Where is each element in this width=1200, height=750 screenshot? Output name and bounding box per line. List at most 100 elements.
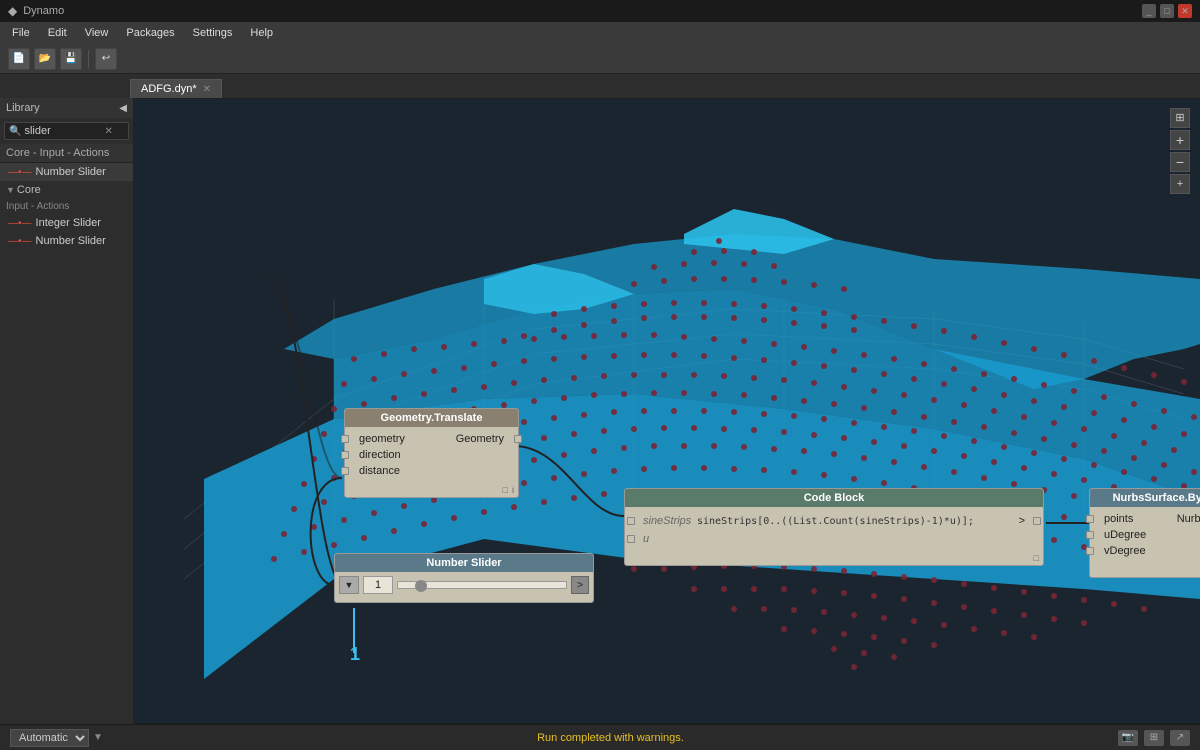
save-button[interactable]: 💾: [60, 48, 82, 70]
u-input-port[interactable]: [627, 535, 635, 543]
nurbs-surface-node[interactable]: NurbsSurface.ByPoints points NurbsSurfac…: [1089, 488, 1200, 578]
menu-help[interactable]: Help: [242, 25, 281, 41]
distance-input-label: distance: [353, 465, 518, 477]
library-collapse-icon[interactable]: ◀: [119, 103, 127, 114]
integer-slider-icon: —•—: [8, 218, 32, 229]
udegree-label: uDegree: [1098, 529, 1200, 541]
add-button[interactable]: +: [1170, 174, 1190, 194]
menubar: File Edit View Packages Settings Help: [0, 22, 1200, 44]
library-label: Library: [6, 102, 40, 114]
minimize-button[interactable]: _: [1142, 4, 1156, 18]
menu-packages[interactable]: Packages: [118, 25, 182, 41]
export-icon[interactable]: ↗: [1170, 730, 1190, 746]
geometry-translate-header: Geometry.Translate: [345, 409, 518, 427]
number-slider-header: Number Slider: [335, 554, 593, 572]
run-mode: Automatic ▼: [10, 729, 103, 747]
menu-edit[interactable]: Edit: [40, 25, 75, 41]
number-slider-body: ▼ 1 >: [335, 572, 593, 598]
nurbs-output-label: NurbsSurface: [1171, 513, 1200, 525]
open-button[interactable]: 📂: [34, 48, 56, 70]
slider-value-display: 1: [363, 576, 393, 594]
slider-increment-button[interactable]: >: [571, 576, 589, 594]
udegree-port[interactable]: [1086, 531, 1094, 539]
direction-input-label: direction: [353, 449, 518, 461]
number-slider-icon-2: —•—: [8, 236, 32, 247]
code-block-node[interactable]: Code Block sineStrips sineStrips[0..((Li…: [624, 488, 1044, 566]
sinestrips-label: sineStrips: [643, 515, 693, 527]
number-slider-footer: [335, 598, 593, 602]
camera-icon[interactable]: 📷: [1118, 730, 1138, 746]
search-box[interactable]: 🔍 ✕: [4, 122, 129, 140]
vdegree-label: vDegree: [1098, 545, 1200, 557]
geometry-input-row: geometry Geometry: [345, 431, 518, 447]
app-icon: ◆: [8, 4, 17, 18]
points-label: points: [1098, 513, 1171, 525]
search-icon: 🔍: [9, 126, 21, 137]
search-input[interactable]: [24, 125, 104, 137]
udegree-row: uDegree: [1090, 527, 1200, 543]
code-block-body: sineStrips sineStrips[0..((List.Count(si…: [625, 507, 1043, 551]
menu-view[interactable]: View: [77, 25, 117, 41]
zoom-controls: ⊞ + − +: [1170, 108, 1190, 194]
tab-close-button[interactable]: ✕: [203, 84, 211, 95]
u-label: u: [643, 533, 693, 545]
slider-thumb[interactable]: [415, 580, 427, 592]
maximize-button[interactable]: □: [1160, 4, 1174, 18]
sidebar-item-label-3: Number Slider: [36, 235, 106, 247]
new-button[interactable]: 📄: [8, 48, 30, 70]
fit-view-button[interactable]: ⊞: [1170, 108, 1190, 128]
tab-label: ADFG.dyn*: [141, 83, 197, 95]
points-input-port[interactable]: [1086, 515, 1094, 523]
run-mode-select[interactable]: Automatic: [10, 729, 89, 747]
sidebar-item-number-slider-1[interactable]: —•— Number Slider: [0, 163, 133, 181]
main-layout: Library ◀ 🔍 ✕ Core - Input - Actions —•—…: [0, 98, 1200, 724]
undo-button[interactable]: ↩: [95, 48, 117, 70]
sidebar-item-number-slider-2[interactable]: —•— Number Slider: [0, 232, 133, 250]
menu-settings[interactable]: Settings: [185, 25, 241, 41]
menu-file[interactable]: File: [4, 25, 38, 41]
nurbs-header: NurbsSurface.ByPoints: [1090, 489, 1200, 507]
direction-input-row: direction: [345, 447, 518, 463]
tabbar: ADFG.dyn* ✕: [0, 74, 1200, 98]
sidebar-item-integer-slider[interactable]: —•— Integer Slider: [0, 214, 133, 232]
number-slider-node[interactable]: Number Slider ▼ 1 >: [334, 553, 594, 603]
slider-dropdown-button[interactable]: ▼: [339, 576, 359, 594]
titlebar-controls[interactable]: _ □ ✕: [1142, 4, 1192, 18]
zoom-out-button[interactable]: −: [1170, 152, 1190, 172]
geometry-translate-footer: □ i: [345, 483, 518, 497]
geometry-translate-node[interactable]: Geometry.Translate geometry Geometry dir…: [344, 408, 519, 498]
code-content[interactable]: sineStrips[0..((List.Count(sineStrips)-1…: [697, 516, 1011, 527]
vdegree-row: vDegree: [1090, 543, 1200, 559]
core-input-actions-header: Core - Input - Actions: [0, 144, 133, 163]
close-button[interactable]: ✕: [1178, 4, 1192, 18]
code-output-port[interactable]: [1033, 517, 1041, 525]
section-label: Core - Input - Actions: [6, 147, 109, 159]
points-row: points NurbsSurface: [1090, 511, 1200, 527]
geometry-input-port[interactable]: [341, 435, 349, 443]
vdegree-port[interactable]: [1086, 547, 1094, 555]
status-icons: 📷 ⊞ ↗: [1118, 730, 1190, 746]
layers-icon[interactable]: ⊞: [1144, 730, 1164, 746]
sidebar-item-label-1: Number Slider: [36, 166, 106, 178]
code-arrow: >: [1019, 515, 1025, 527]
library-header: Library ◀: [0, 98, 133, 118]
code-block-header: Code Block: [625, 489, 1043, 507]
slider-track[interactable]: [397, 581, 567, 589]
canvas-area[interactable]: ⊞ + − + Geometry.Translate geometry Geom…: [134, 98, 1200, 724]
resize-icon: □: [503, 485, 508, 495]
sidebar-item-label-2: Integer Slider: [36, 217, 101, 229]
direction-input-port[interactable]: [341, 451, 349, 459]
titlebar-left: ◆ Dynamo: [8, 4, 64, 18]
zoom-in-button[interactable]: +: [1170, 130, 1190, 150]
statusbar: Automatic ▼ Run completed with warnings.…: [0, 724, 1200, 750]
code-block-footer: □: [625, 551, 1043, 565]
distance-input-port[interactable]: [341, 467, 349, 475]
search-clear-button[interactable]: ✕: [104, 126, 112, 137]
toolbar-separator: [88, 50, 89, 68]
nurbs-footer: □ i: [1090, 563, 1200, 577]
core-section-header[interactable]: ▼ Core: [0, 181, 133, 199]
active-tab[interactable]: ADFG.dyn* ✕: [130, 79, 222, 98]
geometry-output-port[interactable]: [514, 435, 522, 443]
sinestrips-input-port[interactable]: [627, 517, 635, 525]
geometry-input-label: geometry: [353, 433, 450, 445]
